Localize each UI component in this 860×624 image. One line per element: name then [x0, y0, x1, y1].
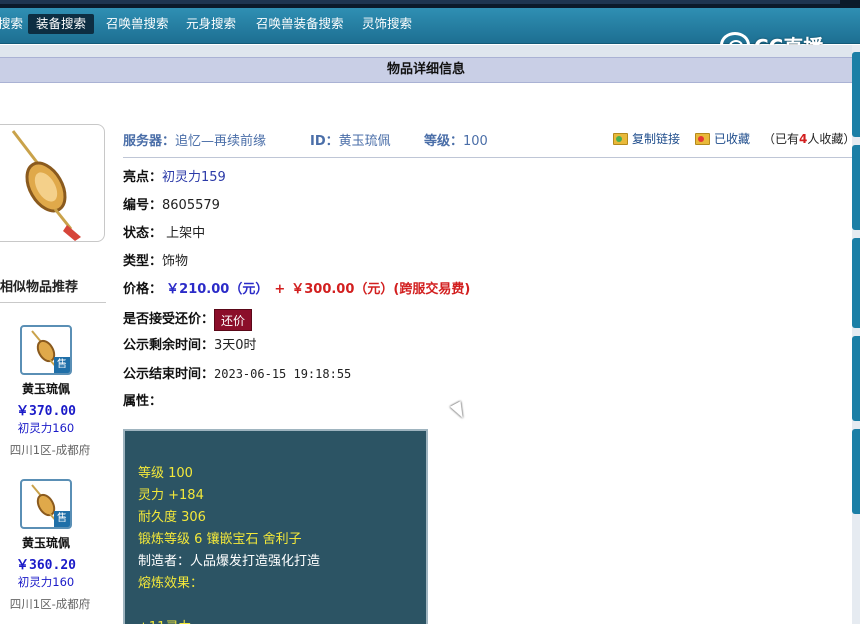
similar-item-price: ￥370.00: [16, 404, 76, 419]
item-image: [0, 124, 105, 242]
item-info-header: 服务器：追忆—再续前缘 ID：黄玉琉佩 等级：100 复制链接 已收藏 （已有4…: [123, 128, 856, 158]
attribute-line: 熔炼效果：: [138, 576, 204, 591]
copy-link-button[interactable]: 复制链接: [613, 130, 680, 147]
similar-title: 相似物品推荐: [0, 280, 79, 295]
attribute-line: 灵力 +184: [138, 488, 204, 503]
left-panel: 相似物品推荐 售 黄玉琉佩 ￥370.00 初灵力160 四川1区-成都府 售 …: [0, 84, 106, 624]
similar-item-name[interactable]: 黄玉琉佩: [0, 534, 92, 551]
nav-item-body-search[interactable]: 元身搜索: [178, 14, 244, 34]
remaining-time-value: 3天0时: [214, 338, 257, 353]
type-value: 饰物: [162, 254, 189, 269]
type-row: 类型：饰物: [123, 252, 188, 272]
attribute-line: 制造者：人品爆发打造强化打造: [138, 554, 321, 569]
similar-item-spirit: 初灵力160: [17, 575, 75, 589]
nav-item-pet-search[interactable]: 召唤兽搜索: [98, 14, 177, 34]
remaining-time-row: 公示剩余时间：3天0时: [123, 336, 257, 356]
end-time-label: 公示结束时间：: [123, 367, 215, 382]
nav-item-pet-equipment-search[interactable]: 召唤兽装备搜索: [248, 14, 352, 34]
bargain-label: 是否接受还价：: [123, 312, 215, 327]
number-label: 编号：: [123, 198, 163, 213]
attributes-row: 属性：: [123, 392, 162, 412]
level-value: 100: [463, 134, 488, 149]
attribute-line: 锻炼等级 6 镶嵌宝石 舍利子: [138, 532, 302, 547]
price-main: ￥210.00（元）: [166, 282, 269, 297]
favorited-button[interactable]: 已收藏: [695, 130, 750, 147]
price-label: 价格：: [123, 282, 163, 297]
similar-item-price: ￥360.20: [16, 558, 76, 573]
sale-badge: 售: [54, 511, 70, 527]
pendant-icon: [11, 130, 81, 241]
level-label: 等级：: [424, 134, 464, 149]
side-tab-1[interactable]: [852, 52, 860, 137]
nav-item-equipment-search[interactable]: 装备搜索: [28, 14, 95, 34]
favorited-label: 已收藏: [714, 132, 751, 146]
server-label: 服务器：: [123, 134, 176, 149]
similar-item-server: 四川1区-成都府: [9, 597, 91, 611]
attribute-line: 耐久度 306: [138, 510, 206, 525]
id-label: ID：: [310, 134, 339, 149]
bargain-row: 是否接受还价： 还价: [123, 308, 253, 332]
side-tab-5[interactable]: [852, 429, 860, 514]
page-title: 物品详细信息: [0, 57, 852, 83]
highlight-row: 亮点：初灵力159: [123, 168, 226, 188]
attribute-line: +11灵力: [138, 616, 191, 624]
price-row: 价格： ￥210.00（元） + ￥300.00（元）(跨服交易费): [123, 280, 470, 300]
attributes-panel: 等级 100 灵力 +184 耐久度 306 锻炼等级 6 镶嵌宝石 舍利子 制…: [123, 429, 428, 624]
top-strip: [0, 0, 860, 8]
end-time-row: 公示结束时间：2023-06-15 19:18:55: [123, 364, 351, 384]
attributes-label: 属性：: [123, 394, 163, 409]
server-value: 追忆—再续前缘: [175, 134, 267, 149]
favorite-icon: [695, 132, 710, 145]
id-value: 黄玉琉佩: [338, 134, 391, 149]
type-label: 类型：: [123, 254, 163, 269]
status-label: 状态：: [123, 226, 163, 241]
highlight-value: 初灵力159: [162, 170, 226, 185]
id-field: ID：黄玉琉佩: [310, 130, 391, 149]
level-field: 等级：100: [424, 130, 488, 149]
highlight-label: 亮点：: [123, 170, 163, 185]
status-row: 状态： 上架中: [123, 224, 205, 244]
divider: [0, 302, 106, 303]
mouse-cursor-icon: [449, 401, 469, 421]
similar-item-name[interactable]: 黄玉琉佩: [0, 380, 92, 397]
favorite-count: （已有4人收藏）: [763, 132, 856, 146]
sale-badge: 售: [54, 357, 70, 373]
price-fee: ￥300.00（元）(跨服交易费): [291, 282, 471, 297]
gap-band: [0, 45, 852, 57]
bargain-button[interactable]: 还价: [214, 308, 253, 331]
nav-item-search[interactable]: 搜索: [0, 14, 31, 34]
top-strip-light: [0, 0, 840, 4]
side-tab-4[interactable]: [852, 336, 860, 421]
nav-item-ornament-search[interactable]: 灵饰搜索: [354, 14, 420, 34]
status-value: 上架中: [166, 226, 206, 241]
side-tab-3[interactable]: [852, 238, 860, 328]
number-row: 编号：8605579: [123, 196, 220, 216]
copy-link-icon: [613, 132, 628, 145]
server-field: 服务器：追忆—再续前缘: [123, 130, 266, 149]
similar-item-spirit: 初灵力160: [17, 421, 75, 435]
end-time-value: 2023-06-15 19:18:55: [214, 367, 352, 381]
remaining-time-label: 公示剩余时间：: [123, 338, 215, 353]
similar-item-card[interactable]: 售 黄玉琉佩 ￥370.00 初灵力160 四川1区-成都府: [0, 324, 106, 464]
side-tab-2[interactable]: [852, 145, 860, 230]
attribute-line: 等级 100: [138, 466, 193, 481]
number-value: 8605579: [162, 198, 220, 213]
copy-link-label: 复制链接: [632, 132, 681, 146]
similar-item-card[interactable]: 售 黄玉琉佩 ￥360.20 初灵力160 四川1区-成都府: [0, 478, 106, 618]
similar-item-thumb[interactable]: 售: [20, 325, 72, 375]
similar-item-thumb[interactable]: 售: [20, 479, 72, 529]
similar-item-server: 四川1区-成都府: [9, 443, 91, 457]
price-plus: +: [274, 282, 286, 297]
